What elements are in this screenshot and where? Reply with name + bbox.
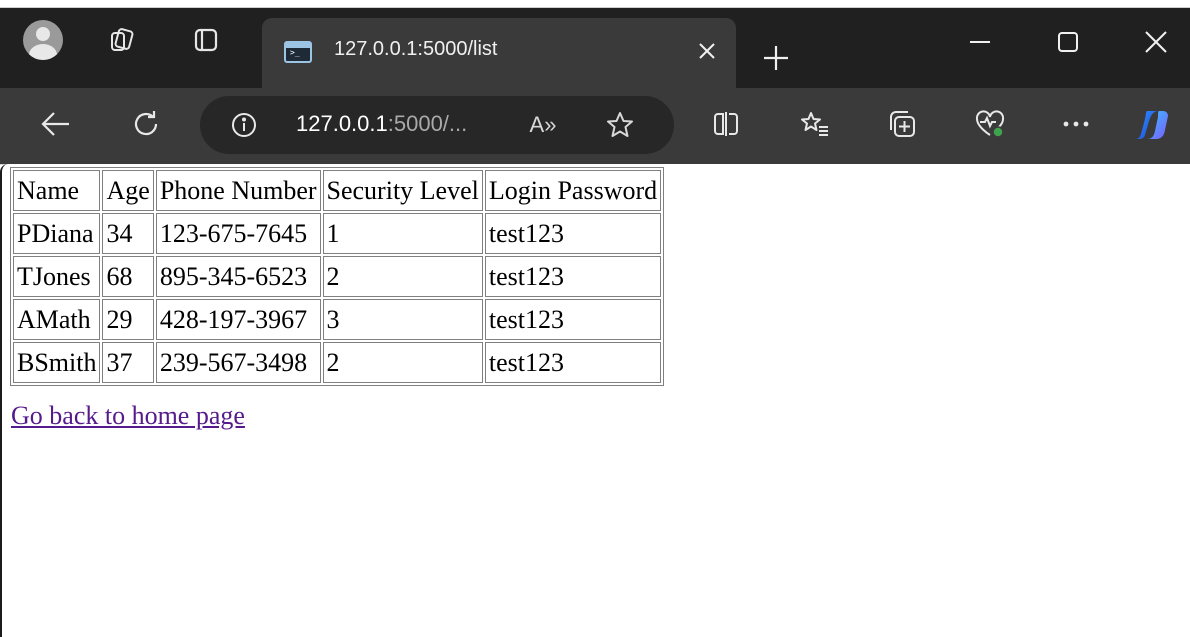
- cell-security-level: 1: [322, 213, 483, 254]
- cell-login-password: test123: [484, 299, 662, 340]
- url-text[interactable]: 127.0.0.1:5000/...: [296, 111, 467, 137]
- column-header-security-level: Security Level: [322, 170, 483, 211]
- minimize-icon[interactable]: [958, 22, 1002, 62]
- cell-name: BSmith: [13, 342, 101, 383]
- cell-age: 34: [102, 213, 154, 254]
- column-header-login-password: Login Password: [484, 170, 662, 211]
- cell-phone-number: 895-345-6523: [155, 256, 321, 297]
- tab-actions-icon[interactable]: [191, 24, 221, 56]
- close-window-icon[interactable]: [1134, 22, 1178, 62]
- copilot-icon[interactable]: [1133, 109, 1173, 141]
- split-screen-icon[interactable]: [708, 106, 744, 142]
- cell-login-password: test123: [484, 342, 662, 383]
- cell-age: 68: [102, 256, 154, 297]
- new-tab-button[interactable]: [760, 42, 792, 74]
- cell-security-level: 3: [322, 299, 483, 340]
- cell-age: 29: [102, 299, 154, 340]
- table-header-row: Name Age Phone Number Security Level Log…: [13, 170, 662, 211]
- home-page-link[interactable]: Go back to home page: [11, 401, 245, 431]
- read-aloud-icon[interactable]: A»: [525, 109, 561, 141]
- table-row: AMath 29 428-197-3967 3 test123: [13, 299, 662, 340]
- back-arrow-icon[interactable]: [38, 106, 74, 142]
- title-bar: >_ 127.0.0.1:5000/list: [0, 8, 1190, 88]
- heartbeat-icon[interactable]: [972, 106, 1008, 142]
- cell-age: 37: [102, 342, 154, 383]
- cell-security-level: 2: [322, 256, 483, 297]
- cell-name: TJones: [13, 256, 101, 297]
- avatar-icon[interactable]: [23, 20, 63, 60]
- column-header-phone-number: Phone Number: [155, 170, 321, 211]
- favorites-icon[interactable]: [797, 106, 833, 142]
- cell-name: PDiana: [13, 213, 101, 254]
- workspaces-icon[interactable]: [106, 24, 136, 56]
- maximize-icon[interactable]: [1046, 22, 1090, 62]
- cell-phone-number: 428-197-3967: [155, 299, 321, 340]
- navigation-toolbar: 127.0.0.1:5000/... A»: [0, 88, 1190, 164]
- table-row: TJones 68 895-345-6523 2 test123: [13, 256, 662, 297]
- table-row: BSmith 37 239-567-3498 2 test123: [13, 342, 662, 383]
- more-icon[interactable]: [1058, 106, 1094, 142]
- cell-phone-number: 123-675-7645: [155, 213, 321, 254]
- table-row: PDiana 34 123-675-7645 1 test123: [13, 213, 662, 254]
- browser-window: >_ 127.0.0.1:5000/list 127.0.0.1:5000/..…: [0, 0, 1190, 637]
- refresh-icon[interactable]: [128, 106, 164, 142]
- cell-security-level: 2: [322, 342, 483, 383]
- tab-active[interactable]: >_ 127.0.0.1:5000/list: [262, 18, 736, 88]
- column-header-name: Name: [13, 170, 101, 211]
- column-header-age: Age: [102, 170, 154, 211]
- star-icon[interactable]: [602, 109, 638, 141]
- close-tab-icon[interactable]: [692, 36, 722, 66]
- users-table: Name Age Phone Number Security Level Log…: [10, 167, 665, 386]
- cell-login-password: test123: [484, 256, 662, 297]
- tab-title: 127.0.0.1:5000/list: [334, 38, 498, 60]
- collections-icon[interactable]: [884, 106, 920, 142]
- window-top-edge: [0, 0, 1190, 8]
- cell-phone-number: 239-567-3498: [155, 342, 321, 383]
- address-bar[interactable]: 127.0.0.1:5000/... A»: [200, 96, 674, 154]
- cell-login-password: test123: [484, 213, 662, 254]
- info-icon[interactable]: [230, 111, 258, 139]
- terminal-favicon-icon: >_: [284, 41, 312, 63]
- cell-name: AMath: [13, 299, 101, 340]
- page-viewport: Name Age Phone Number Security Level Log…: [0, 164, 1190, 637]
